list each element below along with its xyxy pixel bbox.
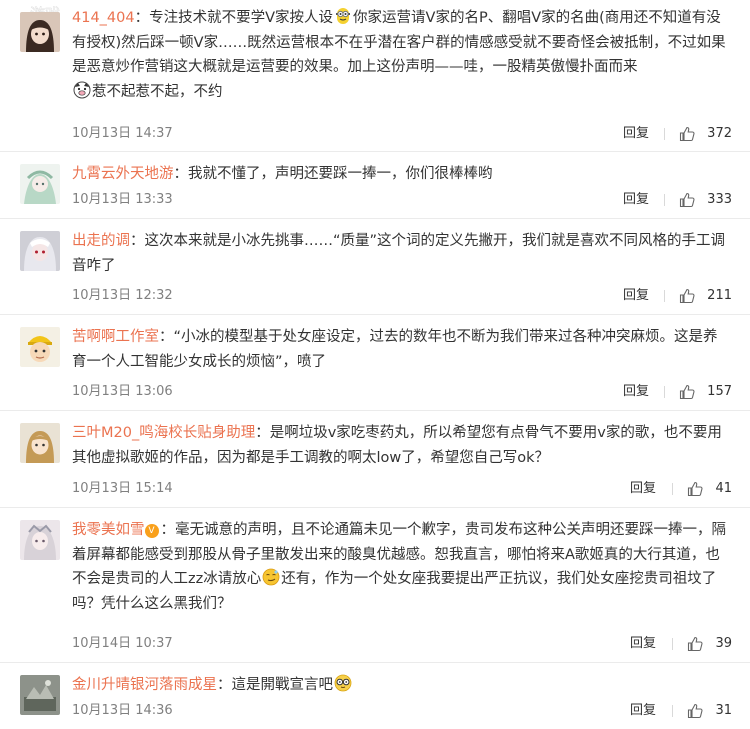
like-button[interactable]: 41 xyxy=(687,479,732,499)
like-count: 157 xyxy=(707,384,732,399)
comment-timestamp: 10月13日 14:37 xyxy=(72,126,173,141)
username-link[interactable]: 金川升晴银河落雨成星 xyxy=(72,677,217,693)
username-link[interactable]: 出走的调 xyxy=(72,233,130,249)
like-count: 211 xyxy=(707,288,732,303)
comment-timestamp: 10月13日 12:32 xyxy=(72,288,173,303)
like-button[interactable]: 333 xyxy=(679,190,732,210)
username-link[interactable]: 我零美如雪 xyxy=(72,522,145,538)
minion-glasses-emoji xyxy=(336,8,351,24)
smirk-face-emoji xyxy=(262,568,280,586)
comment-body: ：這是開戰宣言吧 xyxy=(217,677,333,693)
avatar[interactable] xyxy=(20,423,60,463)
comment-meta: 10月13日 14:36 回复 31 xyxy=(72,701,732,721)
glasses-face-emoji xyxy=(334,674,352,692)
comment-timestamp: 10月13日 13:06 xyxy=(72,384,173,399)
comment-text: 414_404：专注技术就不要学V家按人设 你家运营请V家的名P、翻唱V家的名曲(… xyxy=(72,6,730,104)
divider xyxy=(672,705,673,717)
comment-meta: 10月13日 13:33 回复 333 xyxy=(72,190,732,210)
comment-item: 我零美如雪 V ：毫无诚意的声明，且不论通篇未见一个歉字，贵司发布这种公关声明还要踩… xyxy=(0,508,750,663)
reply-button[interactable]: 回复 xyxy=(630,701,656,721)
comment-item: 三叶M20_鸣海校长贴身助理：是啊垃圾v家吃枣药丸，所以希望您有点骨气不要用v家… xyxy=(0,411,750,508)
comment-meta: 10月13日 14:37 回复 372 xyxy=(72,124,732,144)
comment-timestamp: 10月14日 10:37 xyxy=(72,636,173,651)
comment-item: 414_404：专注技术就不要学V家按人设 你家运营请V家的名P、翻唱V家的名曲(… xyxy=(0,0,750,152)
avatar[interactable] xyxy=(20,327,60,367)
reply-button[interactable]: 回复 xyxy=(623,382,649,402)
comment-text: 金川升晴银河落雨成星：這是開戰宣言吧 xyxy=(72,673,730,698)
like-count: 333 xyxy=(707,192,732,207)
thumbs-up-icon xyxy=(687,481,703,497)
avatar[interactable] xyxy=(20,520,60,560)
divider xyxy=(664,194,665,206)
like-button[interactable]: 31 xyxy=(687,701,732,721)
comment-item: 出走的调：这次本来就是小冰先挑事……“质量”这个词的定义先撇开，我们就是喜欢不同… xyxy=(0,219,750,315)
comment-text: 我零美如雪 V ：毫无诚意的声明，且不论通篇未见一个歉字，贵司发布这种公关声明还要踩… xyxy=(72,518,730,616)
pig-face-emoji xyxy=(73,81,91,98)
comment-body-end: 惹不起惹不起，不约 xyxy=(92,83,223,100)
like-button[interactable]: 157 xyxy=(679,382,732,402)
comment-text: 苦啊啊工作室：“小冰的模型基于处女座设定，过去的数年也不断为我们带来过各种冲突麻… xyxy=(72,325,730,374)
username-link[interactable]: 苦啊啊工作室 xyxy=(72,329,159,345)
thumbs-up-icon xyxy=(687,636,703,652)
reply-button[interactable]: 回复 xyxy=(623,124,649,144)
comment-colon: ： xyxy=(134,10,150,26)
divider xyxy=(664,128,665,140)
like-button[interactable]: 211 xyxy=(679,286,732,306)
divider xyxy=(672,638,673,650)
comment-meta: 10月14日 10:37 回复 39 xyxy=(72,634,732,654)
divider xyxy=(672,483,673,495)
thumbs-up-icon xyxy=(687,703,703,719)
like-count: 41 xyxy=(715,481,732,496)
reply-button[interactable]: 回复 xyxy=(630,634,656,654)
avatar[interactable] xyxy=(20,12,60,52)
like-button[interactable]: 372 xyxy=(679,124,732,144)
comment-item: 九霄云外天地游：我就不懂了，声明还要踩一捧一，你们很棒棒哟 10月13日 13:… xyxy=(0,152,750,219)
comment-meta: 10月13日 15:14 回复 41 xyxy=(72,479,732,499)
reply-button[interactable]: 回复 xyxy=(630,479,656,499)
comment-text: 三叶M20_鸣海校长贴身助理：是啊垃圾v家吃枣药丸，所以希望您有点骨气不要用v家… xyxy=(72,421,730,470)
thumbs-up-icon xyxy=(679,288,695,304)
divider xyxy=(664,386,665,398)
like-count: 39 xyxy=(715,636,732,651)
comment-body: ：我就不懂了，声明还要踩一捧一，你们很棒棒哟 xyxy=(173,166,493,182)
comment-timestamp: 10月13日 15:14 xyxy=(72,481,173,496)
avatar[interactable] xyxy=(20,231,60,271)
comment-timestamp: 10月13日 13:33 xyxy=(72,192,173,207)
username-link[interactable]: 414_404 xyxy=(72,10,135,26)
avatar[interactable] xyxy=(20,675,60,715)
like-button[interactable]: 39 xyxy=(687,634,732,654)
divider xyxy=(664,290,665,302)
reply-button[interactable]: 回复 xyxy=(623,286,649,306)
thumbs-up-icon xyxy=(679,192,695,208)
comment-item: 金川升晴银河落雨成星：這是開戰宣言吧 10月13日 14:36 回复 31 xyxy=(0,663,750,729)
comment-meta: 10月13日 12:32 回复 211 xyxy=(72,286,732,306)
vip-badge-icon: V xyxy=(144,524,159,538)
like-count: 31 xyxy=(715,703,732,718)
avatar[interactable] xyxy=(20,164,60,204)
comment-body: 专注技术就不要学V家按人设 xyxy=(149,10,334,26)
thumbs-up-icon xyxy=(679,126,695,142)
comment-meta: 10月13日 13:06 回复 157 xyxy=(72,382,732,402)
comment-body: ：这次本来就是小冰先挑事……“质量”这个词的定义先撇开，我们就是喜欢不同风格的手… xyxy=(72,233,726,274)
username-link[interactable]: 三叶M20_鸣海校长贴身助理 xyxy=(72,425,255,441)
reply-button[interactable]: 回复 xyxy=(623,190,649,210)
comment-timestamp: 10月13日 14:36 xyxy=(72,703,173,718)
comment-item: 苦啊啊工作室：“小冰的模型基于处女座设定，过去的数年也不断为我们带来过各种冲突麻… xyxy=(0,315,750,411)
thumbs-up-icon xyxy=(679,384,695,400)
like-count: 372 xyxy=(707,126,732,141)
comment-body: ：“小冰的模型基于处女座设定，过去的数年也不断为我们带来过各种冲突麻烦。这是养育… xyxy=(72,329,718,370)
comment-text: 九霄云外天地游：我就不懂了，声明还要踩一捧一，你们很棒棒哟 xyxy=(72,162,730,187)
username-link[interactable]: 九霄云外天地游 xyxy=(72,166,174,182)
comment-text: 出走的调：这次本来就是小冰先挑事……“质量”这个词的定义先撇开，我们就是喜欢不同… xyxy=(72,229,730,278)
